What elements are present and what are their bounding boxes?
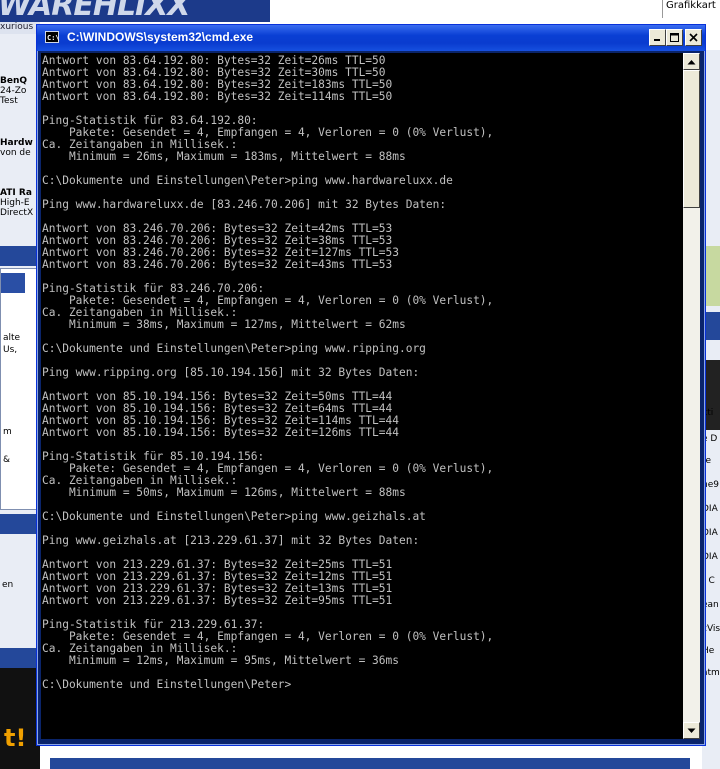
news-item-title: Hardw [0,138,33,148]
news-item-line: DirectX [0,208,34,218]
console-output[interactable]: Antwort von 83.64.192.80: Bytes=32 Zeit=… [41,53,683,739]
scroll-down-button[interactable] [683,722,700,739]
section-bar [0,514,40,534]
scroll-up-button[interactable] [683,53,700,70]
close-icon [689,33,698,42]
minimize-icon [654,39,660,41]
window-title: C:\WINDOWS\system32\cmd.exe [67,30,254,44]
left-sidebar: BenQ 24-Zo Test Hardw von de ATI Ra High… [0,34,40,769]
site-logo-text: WAREHLIXX [0,0,190,22]
title-bar[interactable]: C:\ C:\WINDOWS\system32\cmd.exe [37,25,705,51]
news-item-line: Test [0,96,18,106]
section-bar [0,246,40,266]
banner-ad-text: t! [4,724,27,752]
section-bar [0,648,40,668]
maximize-button[interactable] [666,29,683,46]
news-item-title: BenQ [0,76,28,86]
news-item[interactable]: ATI Ra High-E DirectX [0,188,40,218]
news-item[interactable]: BenQ 24-Zo Test [0,76,40,106]
console-text: Antwort von 83.64.192.80: Bytes=32 Zeit=… [42,54,494,691]
vertical-scrollbar[interactable] [683,53,700,739]
cmd-window[interactable]: C:\ C:\WINDOWS\system32\cmd.exe Antwort … [36,24,706,746]
section-bar [50,758,690,769]
news-item[interactable]: Hardw von de [0,138,40,158]
arrow-up-icon [687,59,696,64]
close-button[interactable] [685,29,702,46]
news-item-title: ATI Ra [0,188,32,198]
news-item-line: High-E [0,198,30,208]
maximize-icon [670,33,679,42]
news-item-line: von de [0,148,31,158]
site-logo[interactable]: WAREHLIXX [0,0,270,22]
scroll-thumb[interactable] [683,70,700,208]
page-bottom [40,744,702,769]
header-strip: xurious [0,22,40,34]
news-item-line: 24-Zo [0,86,27,96]
top-right-link[interactable]: Grafikkart [662,0,720,18]
minimize-button[interactable] [649,29,666,46]
ad-logo [1,273,25,293]
banner-ad[interactable]: t! [0,668,40,769]
cmd-icon[interactable]: C:\ [45,31,60,43]
ad-box[interactable]: alte Us, m & [0,268,38,510]
arrow-down-icon [687,728,696,733]
